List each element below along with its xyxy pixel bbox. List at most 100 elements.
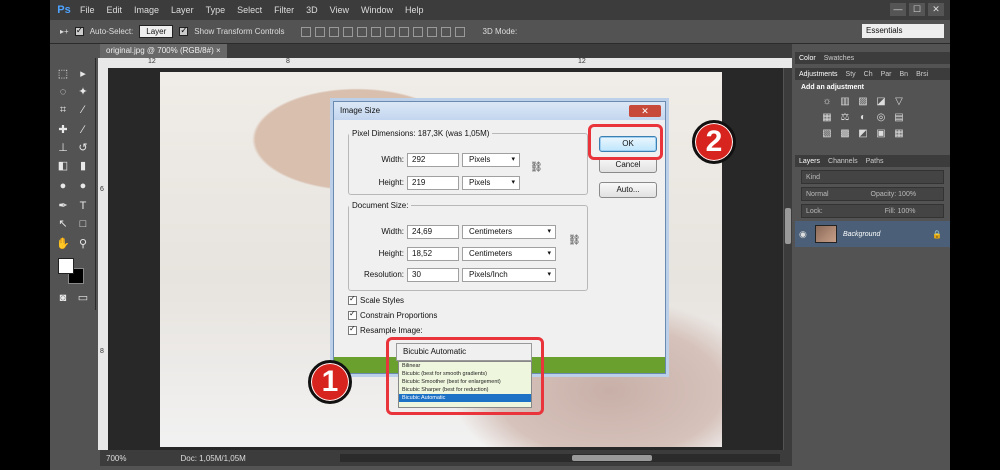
tab-channels[interactable]: Channels bbox=[828, 158, 858, 165]
blur-tool-icon[interactable]: ● bbox=[56, 180, 70, 192]
selective-color-icon[interactable]: ▣ bbox=[875, 129, 887, 139]
maximize-button[interactable]: ☐ bbox=[909, 3, 925, 16]
distribute-icon[interactable] bbox=[412, 26, 423, 37]
align-icon[interactable] bbox=[328, 26, 339, 37]
menu-image[interactable]: Image bbox=[128, 5, 165, 15]
px-width-unit-select[interactable]: Pixels bbox=[462, 153, 520, 167]
align-icon[interactable] bbox=[356, 26, 367, 37]
dodge-tool-icon[interactable]: ● bbox=[76, 180, 90, 192]
hue-saturation-icon[interactable]: ▦ bbox=[821, 113, 833, 123]
resolution-input[interactable]: 30 bbox=[407, 268, 459, 282]
tab-layers[interactable]: Layers bbox=[799, 158, 820, 165]
align-icon[interactable] bbox=[300, 26, 311, 37]
horizontal-scrollbar[interactable] bbox=[340, 454, 780, 462]
gradient-map-icon[interactable]: ▦ bbox=[893, 129, 905, 139]
eyedropper-icon[interactable]: ⁄ bbox=[76, 104, 90, 116]
marquee-tool-icon[interactable]: ⬚ bbox=[56, 68, 70, 80]
scale-styles-checkbox[interactable] bbox=[348, 294, 357, 305]
curves-icon[interactable]: ▨ bbox=[857, 97, 869, 107]
vibrance-icon[interactable]: ▽ bbox=[893, 97, 905, 107]
menu-select[interactable]: Select bbox=[231, 5, 268, 15]
path-select-icon[interactable]: ↖ bbox=[56, 218, 70, 230]
menu-3d[interactable]: 3D bbox=[300, 5, 324, 15]
tab-brush[interactable]: Bn bbox=[900, 71, 909, 78]
clone-stamp-icon[interactable]: ⊥ bbox=[56, 142, 70, 154]
opacity-value[interactable]: 100% bbox=[898, 191, 916, 198]
move-tool-icon[interactable]: ▸+ bbox=[60, 27, 69, 36]
exposure-icon[interactable]: ◪ bbox=[875, 97, 887, 107]
menu-help[interactable]: Help bbox=[399, 5, 430, 15]
gradient-icon[interactable]: ▮ bbox=[76, 160, 90, 172]
zoom-level[interactable]: 700% bbox=[106, 454, 126, 463]
type-tool-icon[interactable]: T bbox=[76, 200, 90, 212]
posterize-icon[interactable]: ▩ bbox=[839, 129, 851, 139]
zoom-tool-icon[interactable]: ⚲ bbox=[76, 238, 90, 250]
layer-kind-filter[interactable]: Kind bbox=[801, 170, 944, 184]
scroll-thumb[interactable] bbox=[785, 208, 791, 244]
eraser-icon[interactable]: ◧ bbox=[56, 160, 70, 172]
menu-file[interactable]: File bbox=[74, 5, 101, 15]
distribute-icon[interactable] bbox=[454, 26, 465, 37]
tab-adjustments[interactable]: Adjustments bbox=[799, 71, 838, 78]
color-balance-icon[interactable]: ⚖ bbox=[839, 113, 851, 123]
eye-icon[interactable]: ◉ bbox=[799, 229, 809, 240]
tab-swatches[interactable]: Swatches bbox=[824, 55, 854, 62]
vertical-scrollbar[interactable] bbox=[784, 68, 792, 450]
menu-type[interactable]: Type bbox=[200, 5, 232, 15]
quick-mask-icon[interactable]: ◙ bbox=[56, 292, 70, 304]
menu-view[interactable]: View bbox=[324, 5, 355, 15]
doc-width-input[interactable]: 24,69 bbox=[407, 225, 459, 239]
dialog-close-button[interactable]: ✕ bbox=[629, 105, 661, 117]
black-white-icon[interactable]: ◐ bbox=[857, 113, 869, 123]
align-icon[interactable] bbox=[342, 26, 353, 37]
blend-mode-select[interactable]: Normal Opacity: 100% bbox=[801, 187, 944, 201]
photo-filter-icon[interactable]: ◎ bbox=[875, 113, 887, 123]
px-height-unit-select[interactable]: Pixels bbox=[462, 176, 520, 190]
history-brush-icon[interactable]: ↺ bbox=[76, 142, 90, 154]
pen-tool-icon[interactable]: ✒ bbox=[56, 200, 70, 212]
resample-image-checkbox[interactable] bbox=[348, 324, 357, 335]
scroll-thumb[interactable] bbox=[572, 455, 652, 461]
fill-value[interactable]: 100% bbox=[898, 208, 916, 215]
doc-height-input[interactable]: 18,52 bbox=[407, 247, 459, 261]
shape-tool-icon[interactable]: □ bbox=[76, 218, 90, 230]
tab-paragraph[interactable]: Par bbox=[881, 71, 892, 78]
align-icon[interactable] bbox=[370, 26, 381, 37]
threshold-icon[interactable]: ◩ bbox=[857, 129, 869, 139]
doc-width-unit-select[interactable]: Centimeters bbox=[462, 225, 556, 239]
px-width-input[interactable]: 292 bbox=[407, 153, 459, 167]
distribute-icon[interactable] bbox=[440, 26, 451, 37]
distribute-icon[interactable] bbox=[384, 26, 395, 37]
menu-filter[interactable]: Filter bbox=[268, 5, 300, 15]
channel-mixer-icon[interactable]: ▤ bbox=[893, 113, 905, 123]
hand-tool-icon[interactable]: ✋ bbox=[56, 238, 70, 250]
levels-icon[interactable]: ▥ bbox=[839, 97, 851, 107]
constrain-proportions-checkbox[interactable] bbox=[348, 309, 357, 320]
close-window-button[interactable]: ✕ bbox=[928, 3, 944, 16]
align-icon[interactable] bbox=[314, 26, 325, 37]
healing-brush-icon[interactable]: ✚ bbox=[56, 124, 70, 136]
doc-height-unit-select[interactable]: Centimeters bbox=[462, 247, 556, 261]
distribute-icon[interactable] bbox=[398, 26, 409, 37]
menu-edit[interactable]: Edit bbox=[101, 5, 129, 15]
magic-wand-icon[interactable]: ✦ bbox=[76, 86, 90, 98]
scale-styles-row[interactable]: Scale Styles bbox=[348, 294, 404, 305]
menu-layer[interactable]: Layer bbox=[165, 5, 200, 15]
invert-icon[interactable]: ▧ bbox=[821, 129, 833, 139]
tab-character[interactable]: Ch bbox=[864, 71, 873, 78]
screen-mode-icon[interactable]: ▭ bbox=[76, 292, 90, 304]
auto-select-dropdown[interactable]: Layer bbox=[139, 25, 174, 38]
layer-background[interactable]: ◉ Background 🔒 bbox=[795, 221, 950, 247]
brush-tool-icon[interactable]: ∕ bbox=[76, 124, 90, 136]
lasso-tool-icon[interactable]: ◌ bbox=[56, 86, 70, 98]
auto-select-checkbox[interactable] bbox=[74, 25, 84, 36]
tab-brush-presets[interactable]: Brsi bbox=[916, 71, 928, 78]
tab-paths[interactable]: Paths bbox=[866, 158, 884, 165]
workspace-switcher[interactable]: Essentials bbox=[862, 24, 944, 38]
auto-button[interactable]: Auto... bbox=[599, 182, 657, 198]
distribute-icon[interactable] bbox=[426, 26, 437, 37]
tab-color[interactable]: Color bbox=[799, 55, 816, 62]
minimize-button[interactable]: — bbox=[890, 3, 906, 16]
move-tool-icon[interactable]: ▸ bbox=[76, 68, 90, 80]
transform-controls-checkbox[interactable] bbox=[179, 25, 189, 36]
